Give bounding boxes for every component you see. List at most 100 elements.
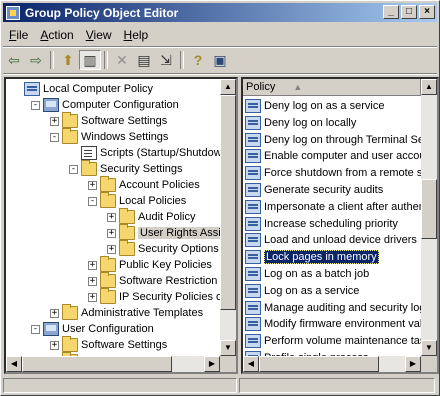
expand-icon[interactable]: + [107, 228, 116, 238]
toolbar-separator [50, 51, 54, 69]
tree-node-label: Security Options [138, 243, 219, 255]
tree-node-label: Audit Policy [138, 211, 196, 223]
list-item[interactable]: Manage auditing and security log [245, 300, 425, 316]
folder-icon [119, 240, 135, 256]
list-item[interactable]: Impersonate a client after authen [245, 199, 425, 215]
list-vertical-scrollbar[interactable]: ▲ ▼ [421, 79, 437, 356]
tree-horizontal-scrollbar[interactable]: ◀ ▶ [6, 356, 220, 372]
scroll-thumb[interactable] [220, 95, 236, 310]
hscroll-track[interactable] [259, 356, 405, 372]
expand-icon[interactable]: + [50, 116, 59, 126]
list-item-label: Log on as a batch job [264, 268, 370, 280]
policy-setting-icon [245, 216, 261, 231]
tree-pane[interactable]: Local Computer Policy - Computer Configura… [4, 77, 238, 374]
tree-node[interactable]: Local Computer Policy [12, 81, 153, 97]
expand-icon[interactable]: + [107, 244, 116, 254]
delete-icon[interactable]: ✕ [111, 50, 133, 70]
list-item[interactable]: Load and unload device drivers [245, 232, 417, 248]
tree-node[interactable]: + Administrative Templates [50, 304, 203, 321]
show-hide-tree-icon[interactable]: ▥ [79, 50, 101, 70]
list-item[interactable]: Force shutdown from a remote sy [245, 165, 428, 181]
list-item[interactable]: Generate security audits [245, 182, 383, 198]
tree-node[interactable]: + Public Key Policies [88, 256, 212, 273]
menu-file[interactable]: File [3, 28, 34, 42]
folder-icon [62, 128, 78, 144]
back-arrow-icon[interactable]: ⇦ [3, 50, 25, 70]
expand-icon[interactable]: + [50, 308, 59, 318]
hscroll-thumb[interactable] [259, 356, 379, 372]
list-item[interactable]: Modify firmware environment valu [245, 316, 428, 332]
scroll-thumb[interactable] [421, 179, 437, 239]
list-item[interactable]: Increase scheduling priority [245, 216, 398, 232]
tree-node[interactable]: - Computer Configuration [31, 97, 179, 113]
menu-view[interactable]: View [80, 28, 118, 42]
expand-icon[interactable]: + [88, 260, 97, 270]
up-folder-icon[interactable]: ⬆ [57, 50, 79, 70]
list-horizontal-scrollbar[interactable]: ◀ ▶ [243, 356, 421, 372]
menu-action[interactable]: Action [34, 28, 79, 42]
scroll-up-button[interactable]: ▲ [220, 79, 236, 95]
tree-node-label: Software Restriction Po [119, 275, 234, 287]
help-icon[interactable]: ? [187, 50, 209, 70]
expand-icon[interactable]: + [88, 276, 97, 286]
list-item[interactable]: Perform volume maintenance task [245, 333, 431, 349]
tree-node[interactable]: - Local Policies [88, 192, 186, 209]
policy-setting-icon [245, 99, 261, 113]
tree-node[interactable]: + Software Restriction Po [88, 272, 234, 289]
scroll-right-button[interactable]: ▶ [405, 356, 421, 372]
properties-icon[interactable]: ▤ [133, 50, 155, 70]
list-item[interactable]: Deny log on as a service [245, 98, 384, 114]
scroll-up-button[interactable]: ▲ [421, 79, 437, 95]
tree-node-label: Computer Configuration [62, 99, 179, 111]
export-list-icon[interactable]: ⇲ [155, 50, 177, 70]
tree-node[interactable]: + Software Settings [50, 112, 167, 129]
list-item[interactable]: Lock pages in memory [245, 249, 379, 265]
tree-node[interactable]: + Software Settings [50, 336, 167, 353]
tree-node[interactable]: - User Configuration [31, 321, 154, 337]
expand-icon[interactable]: + [88, 180, 97, 190]
tree-node[interactable]: + Account Policies [88, 176, 200, 193]
list-item[interactable]: Deny log on locally [245, 115, 356, 131]
list-item[interactable]: Deny log on through Terminal Ser [245, 132, 428, 148]
tree-node[interactable]: - Windows Settings [50, 128, 168, 145]
folder-icon [100, 176, 116, 192]
policy-list-pane[interactable]: Policy ▲ Deny log on as a service Deny lo… [241, 77, 439, 374]
scroll-down-button[interactable]: ▼ [220, 340, 236, 356]
tree-node[interactable]: + User Rights Assignm [107, 224, 236, 241]
column-header-policy[interactable]: Policy ▲ [243, 79, 421, 96]
list-item[interactable]: Log on as a service [245, 283, 359, 299]
title-bar[interactable]: Group Policy Object Editor _ □ × [3, 3, 437, 22]
scroll-left-button[interactable]: ◀ [243, 356, 259, 372]
tree-node[interactable]: + Security Options [107, 240, 219, 257]
show-hide-action-pane-icon[interactable]: ▣ [209, 50, 231, 70]
collapse-icon[interactable]: - [88, 196, 97, 206]
collapse-icon[interactable]: - [31, 324, 40, 334]
hscroll-thumb[interactable] [22, 356, 172, 372]
tree-vertical-scrollbar[interactable]: ▲ ▼ [220, 79, 236, 356]
tree-node[interactable]: + IP Security Policies on L [88, 288, 236, 305]
maximize-button[interactable]: □ [401, 5, 417, 19]
expand-icon[interactable]: + [88, 292, 97, 302]
collapse-icon[interactable]: - [69, 164, 78, 174]
list-item[interactable]: Log on as a batch job [245, 266, 369, 282]
menu-help[interactable]: Help [118, 28, 155, 42]
status-bar [3, 378, 437, 395]
minimize-button[interactable]: _ [383, 5, 399, 19]
collapse-icon[interactable]: - [31, 100, 40, 110]
forward-arrow-icon[interactable]: ⇨ [25, 50, 47, 70]
hscroll-track[interactable] [22, 356, 204, 372]
tree-node[interactable]: - Security Settings [69, 160, 183, 177]
scroll-right-button[interactable]: ▶ [204, 356, 220, 372]
tree-node[interactable]: + Audit Policy [107, 208, 196, 225]
scroll-down-button[interactable]: ▼ [421, 340, 437, 356]
gpedit-window: Group Policy Object Editor _ □ × File Ac… [0, 0, 440, 396]
close-button[interactable]: × [419, 5, 435, 19]
tree-node[interactable]: Scripts (Startup/Shutdown) [69, 145, 231, 161]
list-item[interactable]: Enable computer and user accour [245, 148, 429, 164]
scroll-left-button[interactable]: ◀ [6, 356, 22, 372]
expand-icon[interactable]: + [107, 212, 116, 222]
tree-node-label: Account Policies [119, 179, 200, 191]
collapse-icon[interactable]: - [50, 132, 59, 142]
expand-icon[interactable]: + [50, 340, 59, 350]
list-item-label: Increase scheduling priority [264, 217, 398, 230]
